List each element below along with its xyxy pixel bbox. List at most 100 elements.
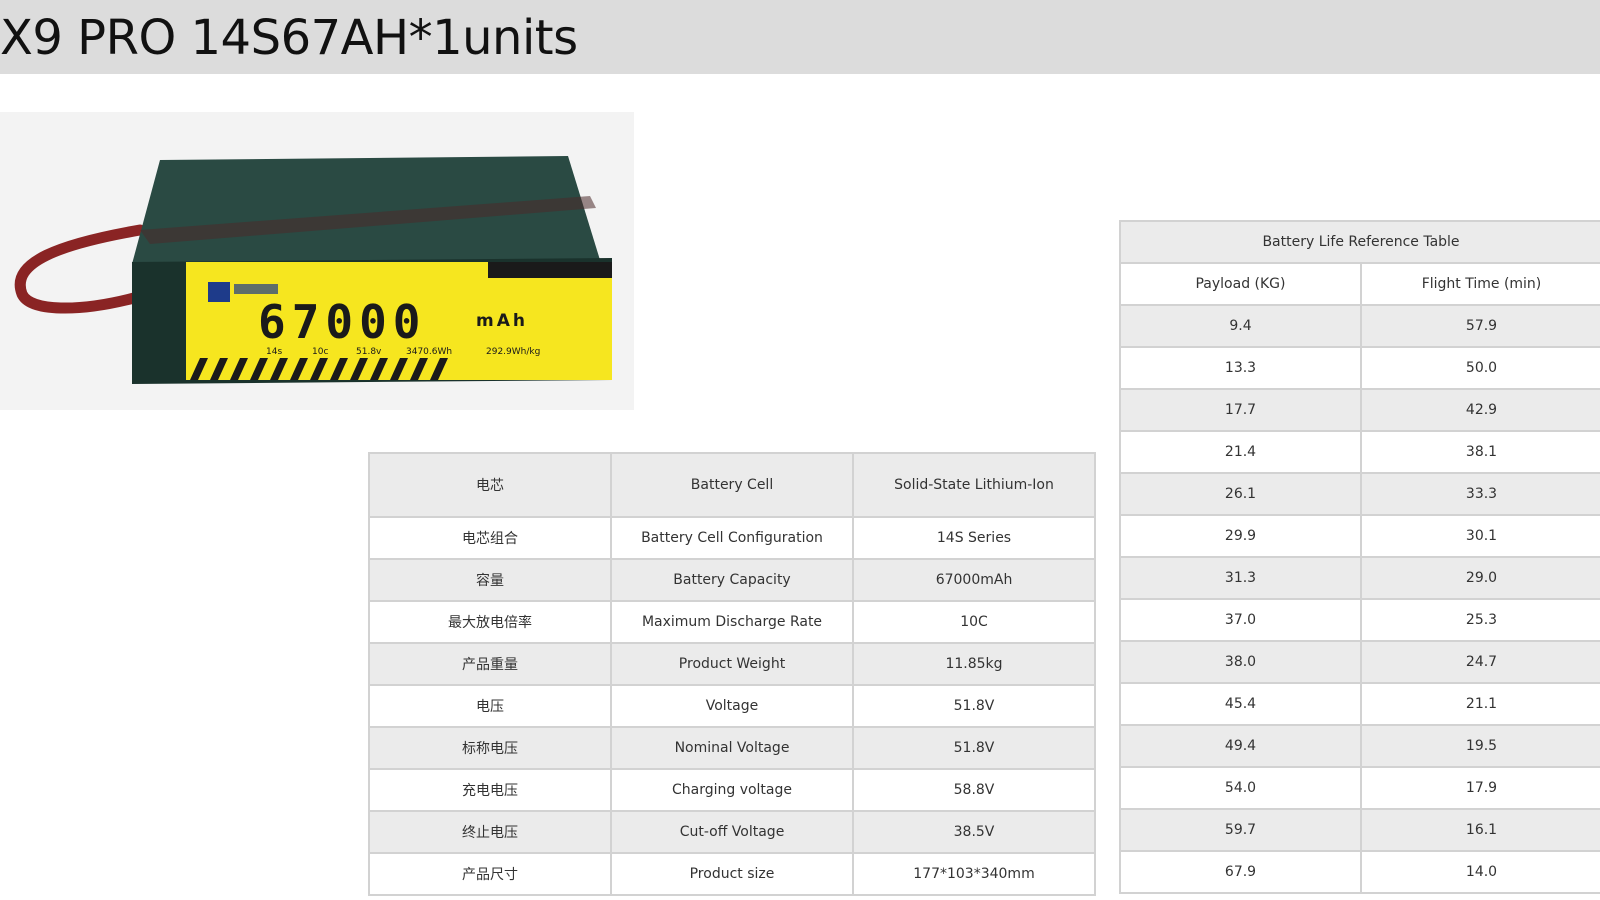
flight-time-cell: 19.5 (1360, 724, 1600, 768)
spec-row: 容量 Battery Capacity 67000mAh (368, 558, 1096, 602)
life-row: 54.0 17.9 (1119, 766, 1600, 810)
spec-value: 38.5V (852, 810, 1096, 854)
label-unit: mAh (476, 311, 528, 331)
life-row: 45.4 21.1 (1119, 682, 1600, 726)
payload-cell: 37.0 (1119, 598, 1362, 642)
spec-cn: 充电电压 (368, 768, 612, 812)
life-row: 29.9 30.1 (1119, 514, 1600, 558)
spec-row: 产品重量 Product Weight 11.85kg (368, 642, 1096, 686)
spec-cn: 电压 (368, 684, 612, 728)
spec-row: 最大放电倍率 Maximum Discharge Rate 10C (368, 600, 1096, 644)
spec-cn: 产品尺寸 (368, 852, 612, 896)
spec-en: Voltage (610, 684, 854, 728)
payload-cell: 45.4 (1119, 682, 1362, 726)
payload-cell: 59.7 (1119, 808, 1362, 852)
spec-value: 11.85kg (852, 642, 1096, 686)
payload-cell: 9.4 (1119, 304, 1362, 348)
spec-table: 电芯 Battery Cell Solid-State Lithium-Ion … (368, 452, 1096, 896)
life-row: 59.7 16.1 (1119, 808, 1600, 852)
life-row: 26.1 33.3 (1119, 472, 1600, 516)
life-table-title: Battery Life Reference Table (1119, 220, 1600, 264)
spec-table-header: 电芯 Battery Cell Solid-State Lithium-Ion (368, 452, 1096, 518)
spec-cn: 终止电压 (368, 810, 612, 854)
spec-value: 67000mAh (852, 558, 1096, 602)
spec-en: Maximum Discharge Rate (610, 600, 854, 644)
spec-row: 电压 Voltage 51.8V (368, 684, 1096, 728)
payload-cell: 29.9 (1119, 514, 1362, 558)
spec-row: 电芯组合 Battery Cell Configuration 14S Seri… (368, 516, 1096, 560)
flight-time-cell: 50.0 (1360, 346, 1600, 390)
spec-en: Nominal Voltage (610, 726, 854, 770)
label-spec-energy: 3470.6Wh (406, 347, 452, 357)
payload-cell: 13.3 (1119, 346, 1362, 390)
spec-cn: 容量 (368, 558, 612, 602)
payload-cell: 26.1 (1119, 472, 1362, 516)
flight-time-cell: 24.7 (1360, 640, 1600, 684)
payload-cell: 49.4 (1119, 724, 1362, 768)
life-table-caption: Battery Life Reference Table (1119, 220, 1600, 264)
life-row: 67.9 14.0 (1119, 850, 1600, 894)
strap-handle (14, 224, 146, 314)
flight-time-cell: 33.3 (1360, 472, 1600, 516)
label-spec-density: 292.9Wh/kg (486, 347, 540, 357)
flight-time-cell: 16.1 (1360, 808, 1600, 852)
label-header-strip (488, 262, 612, 278)
spec-cn: 最大放电倍率 (368, 600, 612, 644)
spec-header-value: Solid-State Lithium-Ion (852, 452, 1096, 518)
page-title: X9 PRO 14S67AH*1units (0, 10, 578, 66)
life-row: 37.0 25.3 (1119, 598, 1600, 642)
life-header-flight-time: Flight Time (min) (1360, 262, 1600, 306)
spec-row: 产品尺寸 Product size 177*103*340mm (368, 852, 1096, 896)
spec-en: Battery Cell Configuration (610, 516, 854, 560)
payload-cell: 31.3 (1119, 556, 1362, 600)
spec-row: 终止电压 Cut-off Voltage 38.5V (368, 810, 1096, 854)
label-spec-cells: 14s (266, 347, 282, 357)
life-table-header: Payload (KG) Flight Time (min) (1119, 262, 1600, 306)
payload-cell: 21.4 (1119, 430, 1362, 474)
spec-en: Battery Capacity (610, 558, 854, 602)
spec-cn: 电芯组合 (368, 516, 612, 560)
title-bar: X9 PRO 14S67AH*1units (0, 0, 1600, 74)
life-row: 38.0 24.7 (1119, 640, 1600, 684)
spec-en: Product size (610, 852, 854, 896)
flight-time-cell: 38.1 (1360, 430, 1600, 474)
spec-value: 10C (852, 600, 1096, 644)
life-row: 17.7 42.9 (1119, 388, 1600, 432)
life-row: 49.4 19.5 (1119, 724, 1600, 768)
flight-time-cell: 21.1 (1360, 682, 1600, 726)
label-spec-rate: 10c (312, 347, 328, 357)
spec-value: 14S Series (852, 516, 1096, 560)
spec-cn: 标称电压 (368, 726, 612, 770)
flight-time-cell: 30.1 (1360, 514, 1600, 558)
payload-cell: 38.0 (1119, 640, 1362, 684)
flight-time-cell: 29.0 (1360, 556, 1600, 600)
label-capacity: 67000 (258, 295, 426, 349)
spec-value: 177*103*340mm (852, 852, 1096, 896)
life-row: 9.4 57.9 (1119, 304, 1600, 348)
payload-cell: 54.0 (1119, 766, 1362, 810)
spec-value: 51.8V (852, 684, 1096, 728)
spec-header-cn: 电芯 (368, 452, 612, 518)
spec-en: Charging voltage (610, 768, 854, 812)
battery-illustration: 67000 mAh 14s 10c 51.8v 3470.6Wh 292.9Wh… (14, 156, 612, 384)
spec-en: Cut-off Voltage (610, 810, 854, 854)
flight-time-cell: 14.0 (1360, 850, 1600, 894)
payload-cell: 17.7 (1119, 388, 1362, 432)
spec-row: 充电电压 Charging voltage 58.8V (368, 768, 1096, 812)
spec-value: 58.8V (852, 768, 1096, 812)
life-row: 31.3 29.0 (1119, 556, 1600, 600)
life-row: 13.3 50.0 (1119, 346, 1600, 390)
spec-row: 标称电压 Nominal Voltage 51.8V (368, 726, 1096, 770)
spec-header-en: Battery Cell (610, 452, 854, 518)
life-header-payload: Payload (KG) (1119, 262, 1362, 306)
spec-cn: 产品重量 (368, 642, 612, 686)
payload-cell: 67.9 (1119, 850, 1362, 894)
flight-time-cell: 17.9 (1360, 766, 1600, 810)
spec-en: Product Weight (610, 642, 854, 686)
spec-value: 51.8V (852, 726, 1096, 770)
flight-time-cell: 57.9 (1360, 304, 1600, 348)
battery-product-image: 67000 mAh 14s 10c 51.8v 3470.6Wh 292.9Wh… (0, 112, 634, 410)
label-spec-voltage: 51.8v (356, 347, 382, 357)
life-row: 21.4 38.1 (1119, 430, 1600, 474)
battery-life-table: Battery Life Reference Table Payload (KG… (1119, 220, 1600, 894)
